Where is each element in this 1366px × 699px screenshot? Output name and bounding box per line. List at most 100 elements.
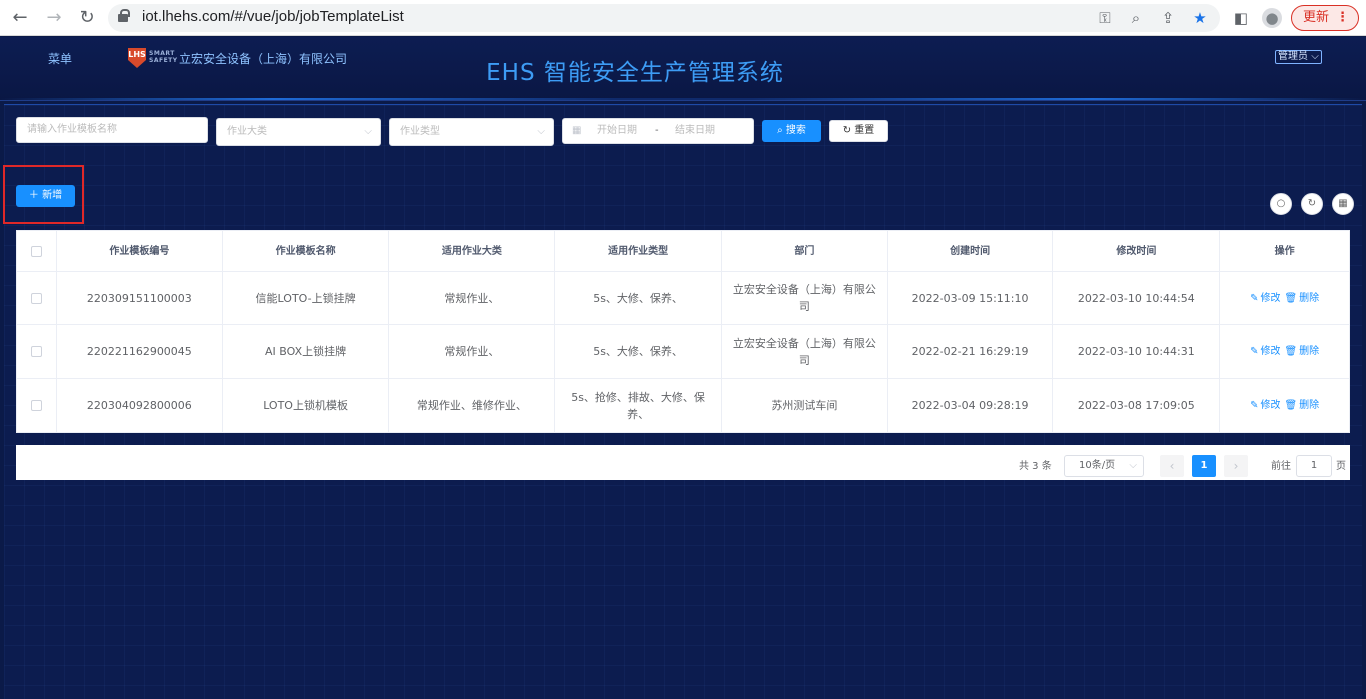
row-select-cell — [17, 379, 57, 432]
calendar-icon: ▦ — [572, 125, 582, 136]
forward-arrow-icon[interactable]: → — [42, 6, 66, 30]
column-header: 作业模板名称 — [223, 231, 390, 271]
edit-label: 修改 — [1260, 346, 1281, 357]
date-separator: - — [655, 125, 659, 136]
column-header: 适用作业类型 — [555, 231, 722, 271]
delete-link[interactable]: 🗑 删除 — [1283, 343, 1320, 360]
table-row: 220304092800006 LOTO上锁机模板 常规作业、维修作业、 5s、… — [17, 379, 1349, 432]
update-button[interactable]: 更新 ⋮ — [1291, 5, 1359, 31]
refresh-icon[interactable]: ↻ — [1301, 193, 1323, 215]
share-icon[interactable]: ⇪ — [1158, 8, 1178, 28]
reset-button[interactable]: ↻ 重置 — [829, 120, 888, 142]
created-time: 2022-02-21 16:29:19 — [888, 325, 1054, 378]
edit-pencil-icon: ✎ — [1250, 346, 1259, 357]
category-select[interactable]: 作业大类 ⌵ — [216, 118, 381, 146]
user-role: 管理员 — [1278, 51, 1308, 62]
template-code: 220309151100003 — [57, 272, 223, 324]
created-time: 2022-03-09 15:11:10 — [888, 272, 1054, 324]
search-label: 搜索 — [785, 125, 806, 136]
template-type: 5s、抢修、排故、大修、保养、 — [555, 379, 722, 432]
edit-link[interactable]: ✎ 修改 — [1249, 343, 1281, 360]
trash-icon: 🗑 — [1284, 292, 1298, 304]
delete-label: 删除 — [1299, 292, 1320, 304]
more-menu-icon: ⋮ — [1336, 10, 1349, 25]
template-category: 常规作业、 — [389, 272, 556, 324]
page-size-select[interactable]: 10条/页 ⌵ — [1064, 455, 1144, 477]
edit-label: 修改 — [1260, 292, 1281, 304]
goto-suffix: 页 — [1336, 461, 1346, 472]
pagination: 共 3 条 10条/页 ⌵ ‹ 1 › 前往 1 页 — [16, 445, 1350, 480]
template-code: 220221162900045 — [57, 325, 223, 378]
column-header: 部门 — [722, 231, 888, 271]
table-row: 220309151100003 信能LOTO-上锁挂牌 常规作业、 5s、大修、… — [17, 272, 1349, 325]
template-category: 常规作业、维修作业、 — [389, 379, 556, 432]
bookmark-star-icon[interactable]: ★ — [1190, 8, 1210, 28]
type-select[interactable]: 作业类型 ⌵ — [389, 118, 554, 146]
department: 立宏安全设备（上海）有限公司 — [722, 325, 888, 378]
plus-icon: ＋ — [28, 190, 39, 201]
modified-time: 2022-03-10 10:44:31 — [1053, 325, 1221, 378]
trash-icon: 🗑 — [1284, 400, 1298, 411]
table-row: 220221162900045 AI BOX上锁挂牌 常规作业、 5s、大修、保… — [17, 325, 1349, 379]
chevron-down-icon: ⌵ — [1129, 460, 1137, 471]
back-arrow-icon[interactable]: ← — [8, 6, 32, 30]
trash-icon: 🗑 — [1284, 346, 1298, 357]
next-page-chevron-right-icon[interactable]: › — [1224, 455, 1248, 477]
delete-label: 删除 — [1299, 400, 1320, 411]
search-toggle-icon[interactable]: ○ — [1270, 193, 1292, 215]
row-actions: ✎ 修改 🗑 删除 — [1220, 325, 1349, 378]
end-date-placeholder[interactable]: 结束日期 — [675, 119, 715, 143]
search-button[interactable]: ⌕ 搜索 — [762, 120, 821, 142]
zoom-icon[interactable]: ⌕ — [1126, 8, 1146, 28]
department: 立宏安全设备（上海）有限公司 — [722, 272, 888, 324]
template-name: AI BOX上锁挂牌 — [223, 325, 390, 378]
url-text[interactable]: iot.lhehs.com/#/vue/job/jobTemplateList — [142, 8, 404, 25]
side-panel-icon[interactable]: ◧ — [1231, 8, 1251, 28]
template-type: 5s、大修、保养、 — [555, 272, 722, 324]
reload-icon[interactable]: ↻ — [75, 6, 99, 30]
edit-pencil-icon: ✎ — [1250, 292, 1259, 304]
edit-label: 修改 — [1260, 400, 1281, 411]
page-number-button[interactable]: 1 — [1192, 455, 1216, 477]
template-name-input[interactable]: 请输入作业模板名称 — [16, 117, 208, 143]
column-header: 适用作业大类 — [389, 231, 556, 271]
system-title: EHS 智能安全生产管理系统 — [486, 60, 784, 86]
row-select-cell — [17, 272, 57, 324]
browser-toolbar: ← → ↻ iot.lhehs.com/#/vue/job/jobTemplat… — [0, 0, 1366, 36]
modified-time: 2022-03-10 10:44:54 — [1053, 272, 1221, 324]
row-actions: ✎ 修改 🗑 删除 — [1220, 379, 1349, 432]
row-checkbox[interactable] — [30, 292, 42, 304]
column-header: 创建时间 — [888, 231, 1054, 271]
row-checkbox[interactable] — [30, 400, 42, 411]
key-icon[interactable]: ⚿ — [1095, 8, 1115, 28]
profile-avatar-icon[interactable]: ● — [1262, 8, 1282, 28]
row-checkbox[interactable] — [30, 346, 42, 357]
template-name: 信能LOTO-上锁挂牌 — [223, 272, 390, 324]
select-all-cell — [17, 231, 57, 271]
type-placeholder: 作业类型 — [400, 126, 440, 137]
prev-page-chevron-left-icon[interactable]: ‹ — [1160, 455, 1184, 477]
total-count: 共 3 条 — [1019, 461, 1052, 472]
delete-link[interactable]: 🗑 删除 — [1283, 290, 1320, 307]
user-menu-dropdown[interactable]: 管理员 ⌵ — [1275, 50, 1322, 64]
lock-icon[interactable] — [118, 9, 130, 22]
start-date-placeholder[interactable]: 开始日期 — [597, 119, 637, 143]
column-header: 操作 — [1274, 245, 1295, 257]
select-all-checkbox[interactable] — [30, 245, 42, 257]
template-name: LOTO上锁机模板 — [223, 379, 390, 432]
columns-grid-icon[interactable]: ▦ — [1332, 193, 1354, 215]
add-label: 新增 — [42, 190, 63, 201]
template-type: 5s、大修、保养、 — [555, 325, 722, 378]
column-header: 作业模板编号 — [57, 231, 223, 271]
date-range-picker[interactable]: ▦ 开始日期 - 结束日期 — [562, 118, 754, 144]
search-icon: ⌕ — [777, 125, 783, 136]
department: 苏州测试车间 — [722, 379, 888, 432]
goto-page-input[interactable]: 1 — [1296, 455, 1332, 477]
row-actions: ✎ 修改 🗑 删除 — [1220, 272, 1349, 324]
template-table: 作业模板编号 作业模板名称 适用作业大类 适用作业类型 部门 创建时间 修改时间… — [16, 230, 1350, 433]
add-button[interactable]: ＋ 新增 — [16, 185, 75, 207]
delete-link[interactable]: 🗑 删除 — [1283, 397, 1320, 414]
edit-link[interactable]: ✎ 修改 — [1249, 290, 1281, 307]
refresh-icon: ↻ — [842, 125, 852, 136]
edit-link[interactable]: ✎ 修改 — [1249, 397, 1281, 414]
